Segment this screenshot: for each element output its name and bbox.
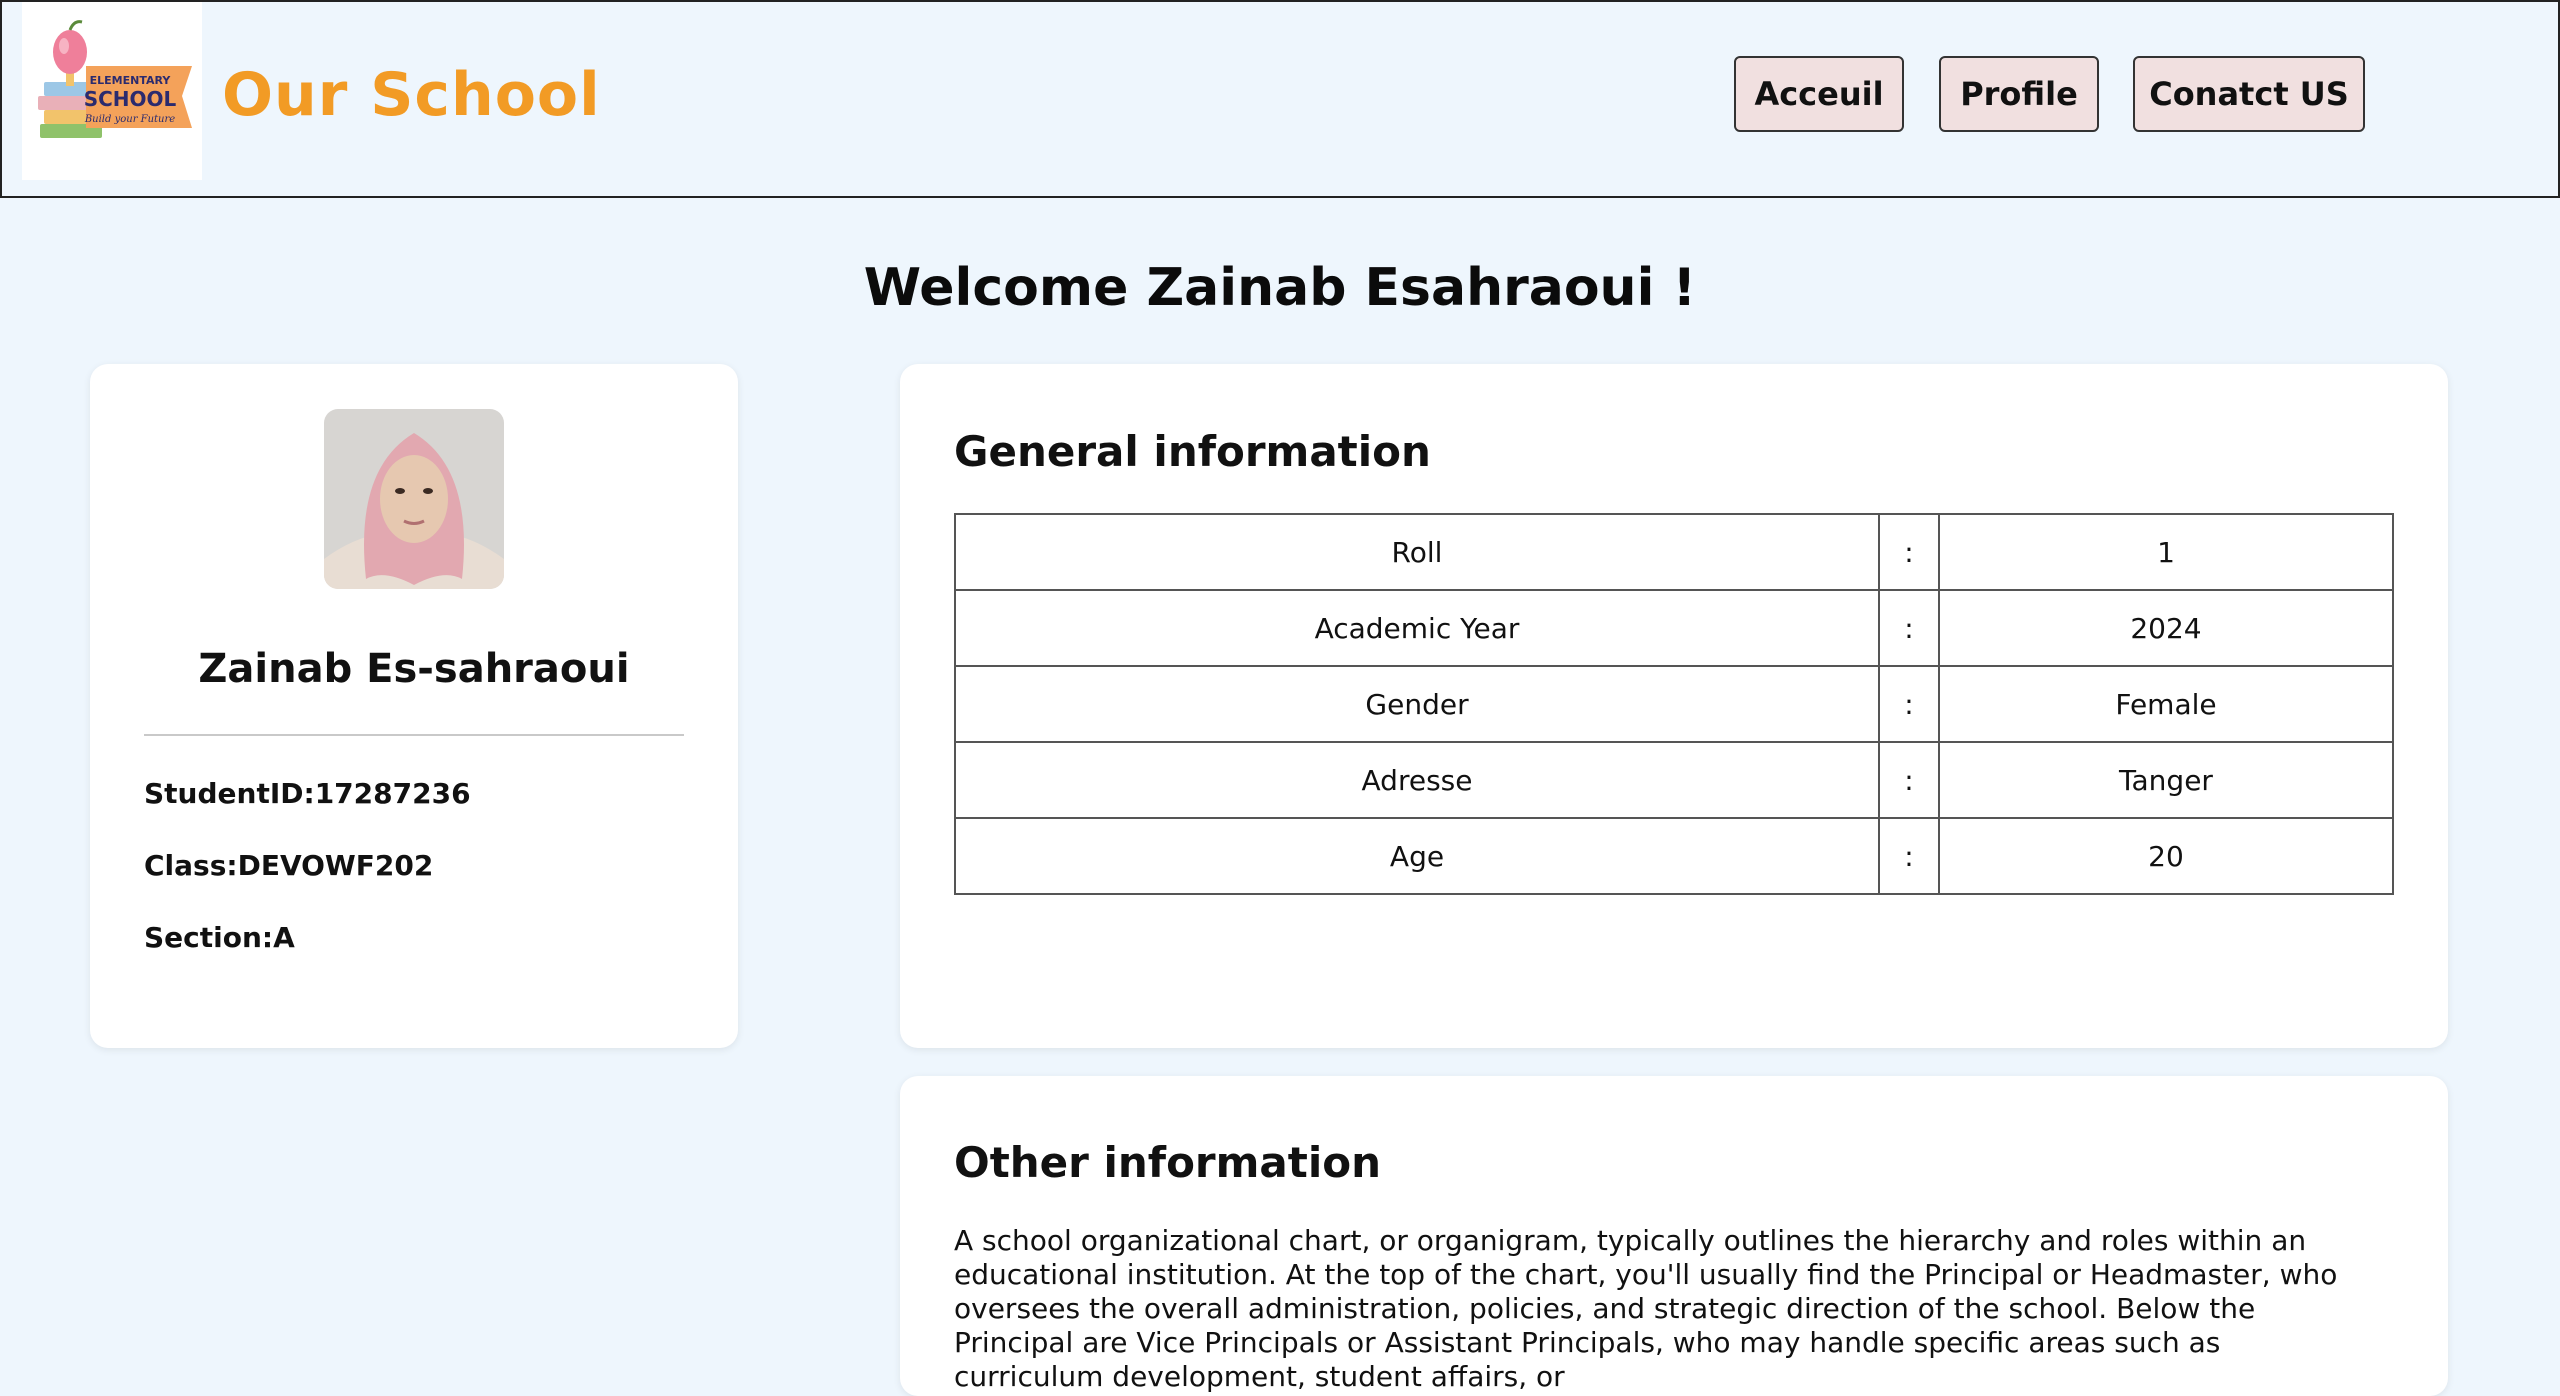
table-row: Roll : 1 <box>954 513 2394 591</box>
nav-contact-button[interactable]: Conatct US <box>2133 56 2365 132</box>
row-label: Roll <box>954 513 1880 591</box>
row-separator: : <box>1878 513 1940 591</box>
brand-title[interactable]: Our School <box>222 60 601 130</box>
site-header: ELEMENTARY SCHOOL Build your Future Our … <box>0 0 2560 198</box>
row-separator: : <box>1878 665 1940 743</box>
student-class: Class:DEVOWF202 <box>144 849 434 882</box>
table-row: Gender : Female <box>954 665 2394 743</box>
row-label: Adresse <box>954 741 1880 819</box>
student-photo <box>324 409 504 589</box>
svg-text:Build your Future: Build your Future <box>84 114 175 125</box>
svg-text:ELEMENTARY: ELEMENTARY <box>90 74 172 87</box>
table-row: Age : 20 <box>954 817 2394 895</box>
other-info-title: Other information <box>954 1138 1381 1187</box>
row-separator: : <box>1878 741 1940 819</box>
table-row: Academic Year : 2024 <box>954 589 2394 667</box>
row-value: Female <box>1938 665 2394 743</box>
logo-image: ELEMENTARY SCHOOL Build your Future <box>38 20 192 138</box>
row-label: Age <box>954 817 1880 895</box>
student-name: Zainab Es-sahraoui <box>198 646 630 692</box>
row-separator: : <box>1878 589 1940 667</box>
profile-divider <box>144 734 684 736</box>
student-id: StudentID:17287236 <box>144 777 471 810</box>
general-info-title: General information <box>954 427 1431 476</box>
row-separator: : <box>1878 817 1940 895</box>
nav-profile-button[interactable]: Profile <box>1939 56 2099 132</box>
school-logo[interactable]: ELEMENTARY SCHOOL Build your Future <box>22 2 202 180</box>
row-value: 1 <box>1938 513 2394 591</box>
table-row: Adresse : Tanger <box>954 741 2394 819</box>
student-section: Section:A <box>144 921 295 954</box>
svg-text:SCHOOL: SCHOOL <box>84 87 177 111</box>
row-value: Tanger <box>1938 741 2394 819</box>
other-info-text: A school organizational chart, or organi… <box>954 1224 2338 1393</box>
nav-acceuil-button[interactable]: Acceuil <box>1734 56 1904 132</box>
general-info-table: Roll : 1 Academic Year : 2024 Gender : F… <box>954 513 2394 895</box>
row-label: Academic Year <box>954 589 1880 667</box>
avatar <box>324 409 504 589</box>
welcome-heading: Welcome Zainab Esahraoui ! <box>863 258 1697 318</box>
row-label: Gender <box>954 665 1880 743</box>
row-value: 20 <box>1938 817 2394 895</box>
row-value: 2024 <box>1938 589 2394 667</box>
